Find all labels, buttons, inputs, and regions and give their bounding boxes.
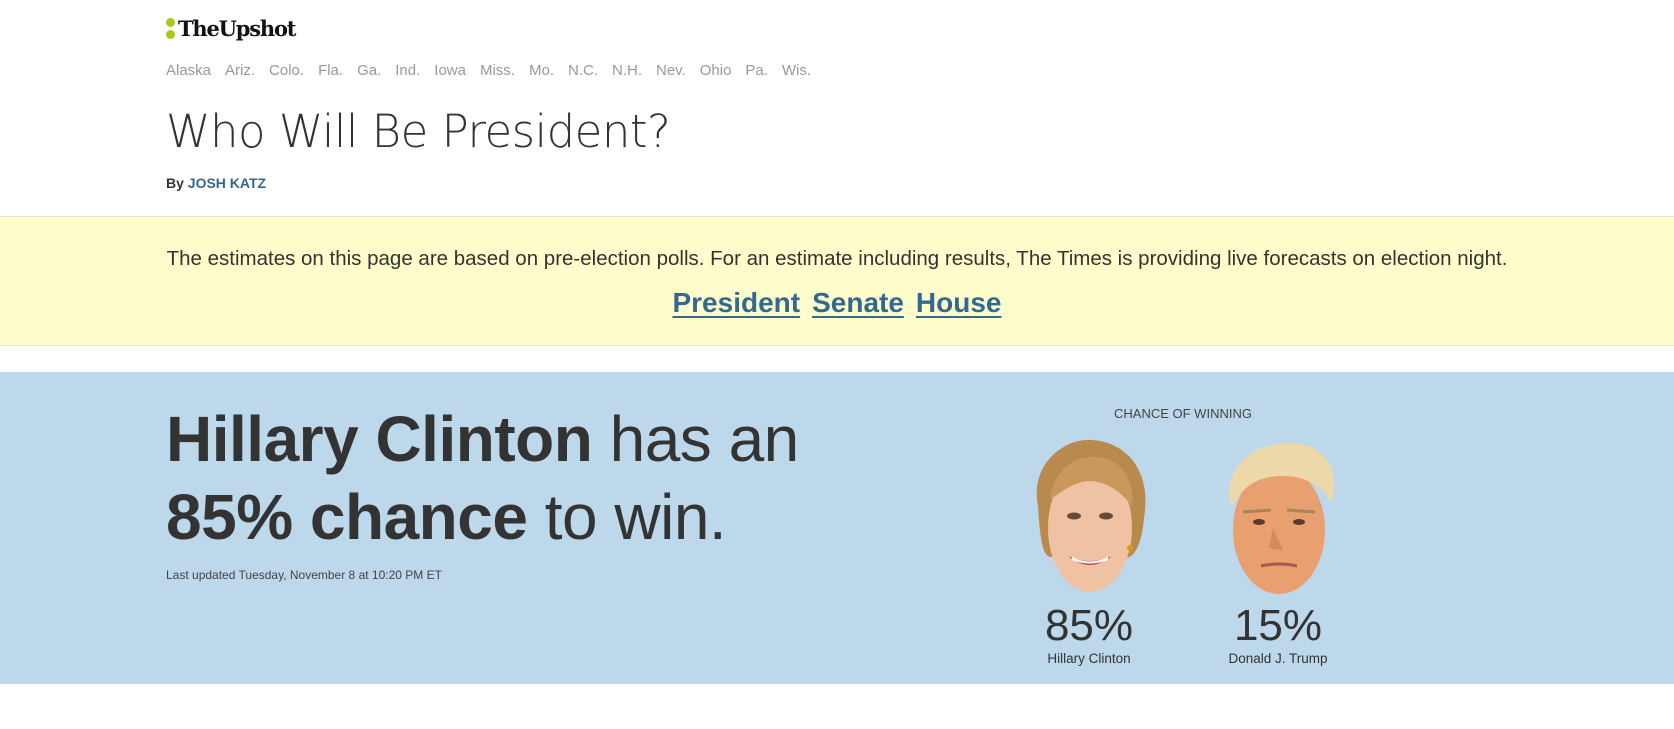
house-link[interactable]: House [916,287,1002,319]
state-link-arizona[interactable]: Ariz. [225,62,255,79]
forecast-panel: Hillary Clinton has an 85% chance to win… [0,372,1674,684]
trump-chance: 15% [1233,601,1323,650]
state-link-missouri[interactable]: Mo. [529,62,554,79]
state-link-indiana[interactable]: Ind. [395,62,420,79]
logo-text: TheUpshot [178,15,296,41]
headline-end: to win. [544,481,727,553]
clinton-chance: 85% [1044,601,1134,650]
state-link-georgia[interactable]: Ga. [357,62,381,79]
page-title: Who Will Be President? [166,105,671,158]
chance-of-winning-label: Chance of winning [1114,406,1252,421]
trump-portrait-icon [1228,442,1335,594]
author-link[interactable]: JOSH KATZ [188,175,266,191]
headline-mid: has an [609,403,800,475]
state-link-pennsylvania[interactable]: Pa. [745,62,768,79]
live-forecast-notice: The estimates on this page are based on … [0,216,1674,346]
headline-chance: 85% chance [166,481,528,553]
notice-text: The estimates on this page are based on … [166,247,1508,270]
state-link-new-hampshire[interactable]: N.H. [612,62,642,79]
state-link-iowa[interactable]: Iowa [434,62,466,79]
state-link-colorado[interactable]: Colo. [269,62,304,79]
clinton-name: Hillary Clinton [1047,651,1131,666]
senate-link[interactable]: Senate [812,287,904,319]
upshot-logo[interactable]: TheUpshot [166,15,296,41]
state-link-florida[interactable]: Fla. [318,62,343,79]
state-link-north-carolina[interactable]: N.C. [568,62,598,79]
state-link-ohio[interactable]: Ohio [700,62,732,79]
logo-dots-icon [166,17,175,39]
candidate-trump: 15% Donald J. Trump [1198,436,1358,666]
state-link-wisconsin[interactable]: Wis. [782,62,811,79]
state-link-alaska[interactable]: Alaska [166,62,211,79]
state-link-nevada[interactable]: Nev. [656,62,686,79]
byline: By JOSH KATZ [166,175,266,191]
clinton-portrait-icon [1036,439,1146,592]
president-link[interactable]: President [672,287,800,319]
byline-prefix: By [166,175,184,191]
state-nav: Alaska Ariz. Colo. Fla. Ga. Ind. Iowa Mi… [166,62,811,79]
forecast-headline: Hillary Clinton has an 85% chance to win… [166,400,799,556]
candidate-clinton: 85% Hillary Clinton [1009,436,1169,666]
trump-name: Donald J. Trump [1228,651,1328,666]
last-updated: Last updated Tuesday, November 8 at 10:2… [166,568,442,582]
notice-links: President Senate House [0,287,1674,319]
headline-candidate: Hillary Clinton [166,403,593,475]
state-link-mississippi[interactable]: Miss. [480,62,515,79]
